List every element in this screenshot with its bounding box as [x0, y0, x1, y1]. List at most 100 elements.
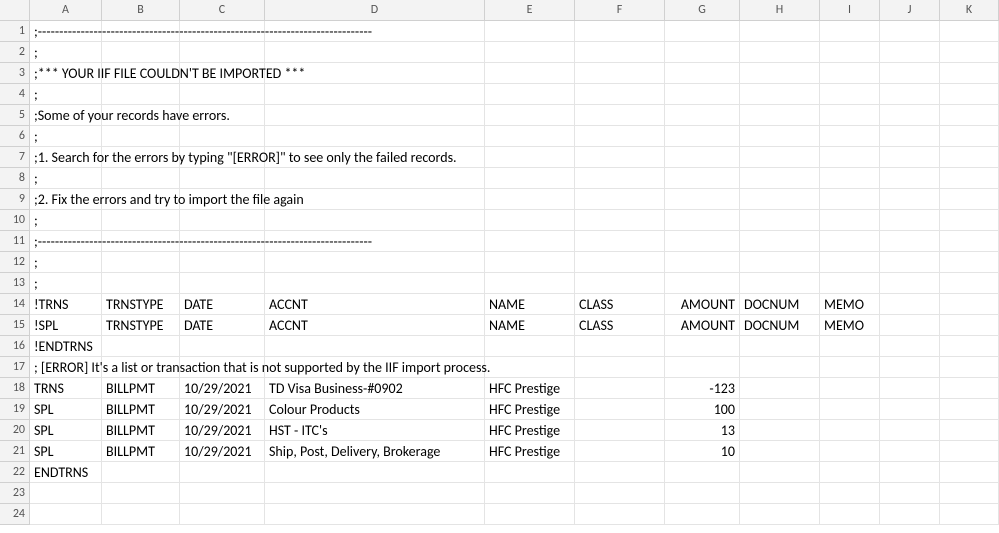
row-header-12[interactable]: 12: [0, 252, 30, 273]
cell-A12[interactable]: ;: [30, 252, 102, 273]
cell-H17[interactable]: [740, 357, 820, 378]
cell-H24[interactable]: [740, 504, 820, 525]
cell-F22[interactable]: [575, 462, 665, 483]
cell-F17[interactable]: [575, 357, 665, 378]
column-header-J[interactable]: J: [880, 0, 940, 21]
column-header-D[interactable]: D: [265, 0, 485, 21]
cell-I15[interactable]: MEMO: [820, 315, 880, 336]
cell-D15[interactable]: ACCNT: [265, 315, 485, 336]
cell-E14[interactable]: NAME: [485, 294, 575, 315]
row-header-4[interactable]: 4: [0, 84, 30, 105]
cell-E19[interactable]: HFC Prestige: [485, 399, 575, 420]
cell-A7[interactable]: ;1. Search for the errors by typing "[ER…: [30, 147, 102, 168]
cell-K13[interactable]: [940, 273, 999, 294]
cell-I9[interactable]: [820, 189, 880, 210]
cell-D19[interactable]: Colour Products: [265, 399, 485, 420]
cell-E4[interactable]: [485, 84, 575, 105]
cell-C23[interactable]: [180, 483, 265, 504]
cell-D16[interactable]: [265, 336, 485, 357]
cell-B20[interactable]: BILLPMT: [102, 420, 180, 441]
cell-D4[interactable]: [265, 84, 485, 105]
cell-K22[interactable]: [940, 462, 999, 483]
cell-I2[interactable]: [820, 42, 880, 63]
cell-I23[interactable]: [820, 483, 880, 504]
cell-D23[interactable]: [265, 483, 485, 504]
cell-G3[interactable]: [665, 63, 740, 84]
cell-J18[interactable]: [880, 378, 940, 399]
cell-C10[interactable]: [180, 210, 265, 231]
cell-E15[interactable]: NAME: [485, 315, 575, 336]
cell-A6[interactable]: ;: [30, 126, 102, 147]
cell-J20[interactable]: [880, 420, 940, 441]
cell-F15[interactable]: CLASS: [575, 315, 665, 336]
cell-A10[interactable]: ;: [30, 210, 102, 231]
spreadsheet-grid[interactable]: ABCDEFGHIJK1;---------------------------…: [0, 0, 999, 525]
cell-B18[interactable]: BILLPMT: [102, 378, 180, 399]
cell-B14[interactable]: TRNSTYPE: [102, 294, 180, 315]
cell-B6[interactable]: [102, 126, 180, 147]
cell-G12[interactable]: [665, 252, 740, 273]
cell-D12[interactable]: [265, 252, 485, 273]
cell-F3[interactable]: [575, 63, 665, 84]
cell-J2[interactable]: [880, 42, 940, 63]
cell-K1[interactable]: [940, 21, 999, 42]
cell-H4[interactable]: [740, 84, 820, 105]
cell-H18[interactable]: [740, 378, 820, 399]
cell-B10[interactable]: [102, 210, 180, 231]
cell-C4[interactable]: [180, 84, 265, 105]
cell-G9[interactable]: [665, 189, 740, 210]
column-header-E[interactable]: E: [485, 0, 575, 21]
cell-I5[interactable]: [820, 105, 880, 126]
cell-K14[interactable]: [940, 294, 999, 315]
cell-F7[interactable]: [575, 147, 665, 168]
cell-C24[interactable]: [180, 504, 265, 525]
cell-B22[interactable]: [102, 462, 180, 483]
cell-I11[interactable]: [820, 231, 880, 252]
cell-I4[interactable]: [820, 84, 880, 105]
row-header-21[interactable]: 21: [0, 441, 30, 462]
cell-E16[interactable]: [485, 336, 575, 357]
cell-G15[interactable]: AMOUNT: [665, 315, 740, 336]
cell-A15[interactable]: !SPL: [30, 315, 102, 336]
cell-G5[interactable]: [665, 105, 740, 126]
row-header-8[interactable]: 8: [0, 168, 30, 189]
cell-B13[interactable]: [102, 273, 180, 294]
cell-F12[interactable]: [575, 252, 665, 273]
cell-A21[interactable]: SPL: [30, 441, 102, 462]
cell-G13[interactable]: [665, 273, 740, 294]
cell-J21[interactable]: [880, 441, 940, 462]
cell-C19[interactable]: 10/29/2021: [180, 399, 265, 420]
cell-C14[interactable]: DATE: [180, 294, 265, 315]
row-header-1[interactable]: 1: [0, 21, 30, 42]
cell-C8[interactable]: [180, 168, 265, 189]
cell-A18[interactable]: TRNS: [30, 378, 102, 399]
row-header-19[interactable]: 19: [0, 399, 30, 420]
cell-I21[interactable]: [820, 441, 880, 462]
cell-I22[interactable]: [820, 462, 880, 483]
cell-E23[interactable]: [485, 483, 575, 504]
cell-H1[interactable]: [740, 21, 820, 42]
cell-H15[interactable]: DOCNUM: [740, 315, 820, 336]
cell-K16[interactable]: [940, 336, 999, 357]
row-header-22[interactable]: 22: [0, 462, 30, 483]
cell-G7[interactable]: [665, 147, 740, 168]
cell-F20[interactable]: [575, 420, 665, 441]
cell-J4[interactable]: [880, 84, 940, 105]
cell-D14[interactable]: ACCNT: [265, 294, 485, 315]
cell-A9[interactable]: ;2. Fix the errors and try to import the…: [30, 189, 102, 210]
cell-C6[interactable]: [180, 126, 265, 147]
cell-J19[interactable]: [880, 399, 940, 420]
cell-C2[interactable]: [180, 42, 265, 63]
cell-G24[interactable]: [665, 504, 740, 525]
row-header-20[interactable]: 20: [0, 420, 30, 441]
cell-E24[interactable]: [485, 504, 575, 525]
cell-B21[interactable]: BILLPMT: [102, 441, 180, 462]
row-header-23[interactable]: 23: [0, 483, 30, 504]
cell-J12[interactable]: [880, 252, 940, 273]
row-header-14[interactable]: 14: [0, 294, 30, 315]
cell-G17[interactable]: [665, 357, 740, 378]
cell-I16[interactable]: [820, 336, 880, 357]
cell-C20[interactable]: 10/29/2021: [180, 420, 265, 441]
row-header-9[interactable]: 9: [0, 189, 30, 210]
cell-J14[interactable]: [880, 294, 940, 315]
